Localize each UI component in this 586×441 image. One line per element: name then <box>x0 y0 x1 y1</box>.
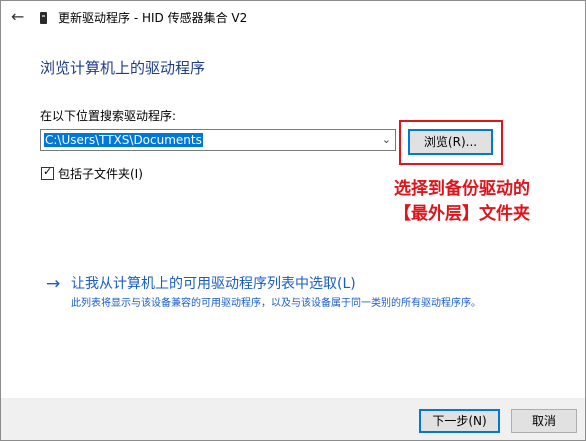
search-location-label: 在以下位置搜索驱动程序: <box>40 109 177 123</box>
red-annotation: 选择到备份驱动的 【最外层】文件夹 <box>377 177 547 227</box>
annotation-line-2: 【最外层】文件夹 <box>394 204 530 224</box>
include-subfolders-checkbox[interactable]: ✓ <box>41 165 54 180</box>
titlebar: ← 更新驱动程序 - HID 传感器集合 V2 <box>1 1 585 35</box>
arrow-right-icon[interactable]: → <box>46 274 60 294</box>
back-arrow-icon[interactable]: ← <box>11 8 27 26</box>
annotation-line-1: 选择到备份驱动的 <box>394 179 530 199</box>
pick-from-list-link[interactable]: 让我从计算机上的可用驱动程序列表中选取(L) <box>71 276 356 293</box>
chevron-down-icon[interactable]: ⌄ <box>382 132 391 148</box>
device-icon <box>40 12 47 24</box>
window-title: 更新驱动程序 - HID 传感器集合 V2 <box>58 11 248 25</box>
path-input-value[interactable]: C:\Users\TTXS\Documents <box>44 133 203 147</box>
dialog-footer: 下一步(N) 取消 <box>1 398 585 440</box>
pick-from-list-description: 此列表将显示与该设备兼容的可用驱动程序，以及与该设备属于同一类别的所有驱动程序序… <box>71 298 481 309</box>
browse-button[interactable]: 浏览(R)... <box>408 129 493 155</box>
next-button[interactable]: 下一步(N) <box>419 409 500 433</box>
page-heading: 浏览计算机上的驱动程序 <box>40 59 206 77</box>
path-combobox[interactable]: C:\Users\TTXS\Documents ⌄ <box>40 129 396 151</box>
update-driver-dialog: ← 更新驱动程序 - HID 传感器集合 V2 浏览计算机上的驱动程序 在以下位… <box>0 0 586 441</box>
checkmark-icon: ✓ <box>43 165 53 178</box>
include-subfolders-label[interactable]: 包括子文件夹(I) <box>58 166 143 182</box>
cancel-button[interactable]: 取消 <box>511 409 577 433</box>
